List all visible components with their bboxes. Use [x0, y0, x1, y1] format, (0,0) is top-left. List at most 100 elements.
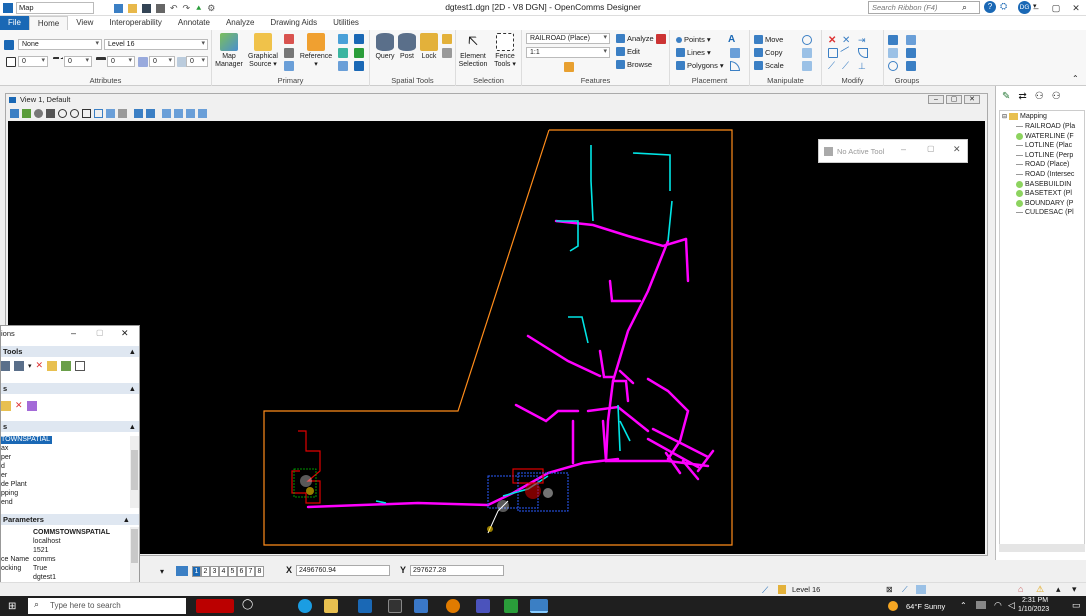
- list-item[interactable]: end: [1, 499, 13, 507]
- color-combo[interactable]: None: [18, 39, 102, 50]
- section-s[interactable]: s ▲: [1, 383, 139, 394]
- ungroup-icon[interactable]: [906, 35, 916, 45]
- dropdown-icon[interactable]: ▾: [28, 362, 32, 370]
- ribbon-collapse-icon[interactable]: ⌃: [1072, 74, 1079, 83]
- redo-icon[interactable]: ↷: [183, 3, 191, 14]
- binoculars-icon[interactable]: ⚇: [1035, 91, 1044, 102]
- minimize-button[interactable]: –: [1026, 0, 1046, 16]
- lock-status-icon[interactable]: [778, 585, 786, 594]
- list-item[interactable]: pping: [1, 490, 18, 498]
- tab-annotate[interactable]: Annotate: [170, 16, 218, 30]
- view-button-5[interactable]: 5: [228, 566, 237, 577]
- view-minimize-button[interactable]: –: [928, 95, 944, 104]
- search-icon[interactable]: ⌕: [962, 2, 967, 13]
- edit-button[interactable]: Edit: [616, 47, 640, 56]
- lock-button[interactable]: Lock: [414, 33, 444, 61]
- fillet-icon[interactable]: [858, 48, 868, 58]
- weight-combo[interactable]: 0: [107, 56, 135, 67]
- view-previous-icon[interactable]: [134, 109, 143, 118]
- move-button[interactable]: Move: [754, 35, 783, 44]
- scale-combo[interactable]: 1:1: [526, 47, 610, 58]
- status-menu-icon[interactable]: ▴: [1056, 584, 1061, 595]
- transparency-combo[interactable]: 0: [149, 56, 175, 67]
- tree-item[interactable]: WATERLINE (F: [1016, 132, 1074, 140]
- tab-analyze[interactable]: Analyze: [218, 16, 262, 30]
- cell-icon[interactable]: [730, 48, 740, 58]
- pin-icon[interactable]: ⯅: [195, 3, 202, 14]
- copy-button[interactable]: Copy: [754, 48, 783, 57]
- feature-delete-icon[interactable]: [656, 34, 666, 44]
- pointer-icon[interactable]: [284, 61, 294, 71]
- taskbar-search[interactable]: Type here to search: [28, 598, 186, 614]
- tool-settings-close-button[interactable]: ✕: [953, 144, 961, 155]
- text-icon[interactable]: A: [728, 34, 738, 45]
- help-icon[interactable]: ?: [984, 1, 996, 13]
- analyze-button[interactable]: Analyze: [616, 34, 654, 43]
- feature-combo[interactable]: RAILROAD (Place): [526, 33, 610, 44]
- view-next-icon[interactable]: [146, 109, 155, 118]
- list-item[interactable]: de Plant: [1, 481, 27, 489]
- explorer-maximize-button[interactable]: ▢: [96, 328, 104, 337]
- modify-element-icon[interactable]: [828, 48, 838, 58]
- status-info-icon[interactable]: ▾: [1072, 584, 1077, 595]
- tree-root[interactable]: ⊟ Mapping: [1002, 113, 1047, 120]
- params-scrollbar[interactable]: [130, 527, 139, 585]
- unlock-icon[interactable]: [442, 34, 452, 44]
- tree-item[interactable]: BOUNDARY (P: [1016, 199, 1073, 207]
- item-edit-icon[interactable]: [26, 400, 37, 411]
- view-button-4[interactable]: 4: [219, 566, 228, 577]
- tool-settings-minimize-button[interactable]: –: [901, 144, 906, 154]
- zoom-in-icon[interactable]: [58, 109, 67, 118]
- open-folder-icon[interactable]: [128, 4, 137, 13]
- list-scrollbar[interactable]: [130, 436, 139, 508]
- update-icon[interactable]: [46, 109, 55, 118]
- view-button-1[interactable]: 1: [192, 566, 201, 577]
- pan-icon[interactable]: [118, 109, 127, 118]
- notifications-icon[interactable]: ▭: [1072, 600, 1081, 611]
- camera-icon[interactable]: [354, 61, 364, 71]
- network-icon[interactable]: [976, 601, 986, 609]
- view-button-3[interactable]: 3: [210, 566, 219, 577]
- close-button[interactable]: ✕: [1066, 0, 1086, 16]
- y-coordinate-field[interactable]: 297627.28: [410, 565, 504, 576]
- delete-icon[interactable]: ✕: [828, 35, 838, 46]
- polygons-button[interactable]: Polygons ▾: [676, 61, 724, 70]
- extend-icon[interactable]: ⇥: [858, 35, 868, 45]
- view-maximize-button[interactable]: ▢: [946, 95, 962, 104]
- tree-item[interactable]: LOTLINE (Plac: [1016, 142, 1072, 149]
- snap-icon[interactable]: ⊠: [886, 585, 893, 594]
- camera-view-icon[interactable]: [198, 109, 207, 118]
- delete-item-icon[interactable]: ✕: [15, 400, 23, 411]
- tab-interoperability[interactable]: Interoperability: [101, 16, 169, 30]
- clip-mask-icon[interactable]: [186, 109, 195, 118]
- copy-view-icon[interactable]: [162, 109, 171, 118]
- settings-icon[interactable]: ⚙: [207, 3, 215, 14]
- wifi-icon[interactable]: ◠: [994, 600, 1002, 611]
- tree-item[interactable]: BASEBUILDIN: [1016, 180, 1071, 188]
- view-button-2[interactable]: 2: [201, 566, 210, 577]
- tree-item[interactable]: ROAD (Intersec: [1016, 171, 1074, 178]
- volume-icon[interactable]: ◁: [1008, 600, 1015, 611]
- explorer-close-button[interactable]: ✕: [121, 328, 129, 339]
- file-explorer-icon[interactable]: [324, 599, 338, 613]
- trim-icon[interactable]: ✕: [842, 35, 852, 46]
- tree-item[interactable]: ROAD (Place): [1016, 161, 1069, 168]
- refresh-icon[interactable]: [61, 360, 72, 371]
- tab-view[interactable]: View: [68, 16, 101, 30]
- transfer-icon[interactable]: ⇄: [1018, 91, 1026, 102]
- browse-button[interactable]: Browse: [616, 60, 652, 69]
- horizontal-scrollbar[interactable]: [999, 544, 1085, 552]
- display-style-icon[interactable]: [22, 109, 31, 118]
- view-button-7[interactable]: 7: [246, 566, 255, 577]
- tab-file[interactable]: File: [0, 16, 29, 30]
- graphic-group-icon[interactable]: [906, 61, 916, 71]
- display-icon[interactable]: [354, 34, 364, 44]
- print-icon[interactable]: [156, 4, 165, 13]
- tab-drawing-aids[interactable]: Drawing Aids: [262, 16, 325, 30]
- new-file-icon[interactable]: [114, 4, 123, 13]
- undo-icon[interactable]: ↶: [170, 3, 178, 14]
- tree-item[interactable]: LOTLINE (Perp: [1016, 152, 1073, 159]
- windows-start-icon[interactable]: ⊞: [8, 601, 16, 612]
- view-icon[interactable]: ⚇: [1052, 91, 1061, 102]
- levels-icon[interactable]: [338, 61, 348, 71]
